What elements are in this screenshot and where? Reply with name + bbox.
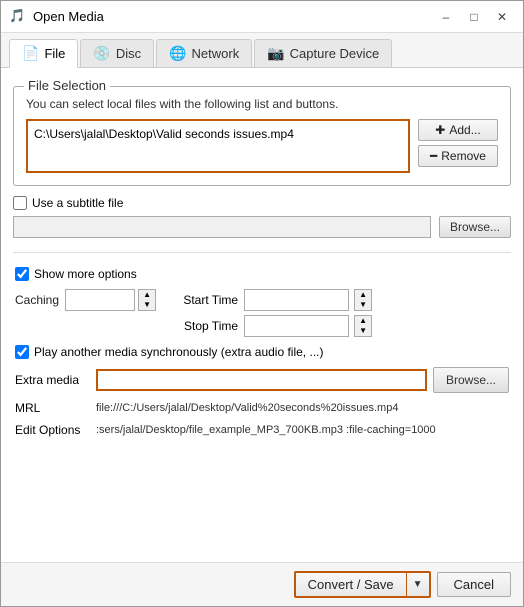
start-time-down-button[interactable]: ▼ <box>355 300 371 310</box>
footer: Convert / Save ▼ Cancel <box>1 562 523 606</box>
tab-disc-label: Disc <box>116 46 141 61</box>
stop-time-row: Stop Time 00H:00m:00s.000 ▲ ▼ <box>168 315 372 337</box>
tab-network[interactable]: 🌐 Network <box>156 39 252 67</box>
file-list-empty <box>34 143 402 161</box>
mrl-label: MRL <box>15 401 90 415</box>
tab-capture-label: Capture Device <box>290 46 380 61</box>
extra-media-field[interactable]: :/Users/jalal/Desktop/file_example_MP3_7… <box>96 369 427 391</box>
edit-options-row: Edit Options :sers/jalal/Desktop/file_ex… <box>15 423 509 437</box>
stop-time-spinner: ▲ ▼ <box>354 315 372 337</box>
remove-button[interactable]: ━ Remove <box>418 145 498 167</box>
subtitle-checkbox-label[interactable]: Use a subtitle file <box>13 196 511 210</box>
stop-time-down-button[interactable]: ▼ <box>355 326 371 336</box>
time-section: Start Time 00H:00m:00s.000 ▲ ▼ Stop Time… <box>168 289 372 337</box>
sync-checkbox[interactable] <box>15 345 29 359</box>
show-more-label: Show more options <box>34 267 137 281</box>
cancel-button[interactable]: Cancel <box>437 572 511 597</box>
start-time-spinner: ▲ ▼ <box>354 289 372 311</box>
file-list-box[interactable]: C:\Users\jalal\Desktop\Valid seconds iss… <box>26 119 410 173</box>
caching-input[interactable]: 1000 ms <box>65 289 135 311</box>
caching-down-button[interactable]: ▼ <box>139 300 155 310</box>
open-media-window: 🎵 Open Media – □ ✕ 📄 File 💿 Disc 🌐 Netwo… <box>0 0 524 607</box>
disc-tab-icon: 💿 <box>93 45 110 62</box>
file-selection-group: File Selection You can select local file… <box>13 86 511 186</box>
add-label: Add... <box>449 123 480 137</box>
convert-save-arrow-button[interactable]: ▼ <box>406 573 429 596</box>
add-icon: ✚ <box>435 123 445 137</box>
options-section: Show more options Caching 1000 ms ▲ ▼ <box>13 267 511 437</box>
file-selection-desc: You can select local files with the foll… <box>26 97 498 111</box>
title-bar: 🎵 Open Media – □ ✕ <box>1 1 523 33</box>
tab-capture[interactable]: 📷 Capture Device <box>254 39 392 67</box>
file-tab-icon: 📄 <box>22 45 39 62</box>
caching-spinner: ▲ ▼ <box>138 289 156 311</box>
edit-options-label: Edit Options <box>15 423 90 437</box>
vlc-icon: 🎵 <box>9 8 27 26</box>
extra-media-label: Extra media <box>15 373 90 387</box>
remove-label: Remove <box>441 149 486 163</box>
start-time-label: Start Time <box>168 293 238 307</box>
subtitle-label-text: Use a subtitle file <box>32 196 123 210</box>
caching-section: Caching 1000 ms ▲ ▼ <box>15 289 156 311</box>
sync-label: Play another media synchronously (extra … <box>34 345 323 359</box>
mrl-row: MRL file:///C:/Users/jalal/Desktop/Valid… <box>15 401 509 415</box>
divider-1 <box>13 252 511 253</box>
mrl-value: file:///C:/Users/jalal/Desktop/Valid%20s… <box>96 402 509 414</box>
file-selection-label: File Selection <box>24 78 110 93</box>
main-content: File Selection You can select local file… <box>1 68 523 562</box>
minimize-button[interactable]: – <box>433 6 459 28</box>
file-list-item: C:\Users\jalal\Desktop\Valid seconds iss… <box>34 125 402 143</box>
tab-file[interactable]: 📄 File <box>9 39 78 68</box>
caching-up-button[interactable]: ▲ <box>139 290 155 300</box>
subtitle-browse-button[interactable]: Browse... <box>439 216 511 238</box>
stop-time-label: Stop Time <box>168 319 238 333</box>
caching-label: Caching <box>15 293 59 307</box>
tab-network-label: Network <box>192 46 240 61</box>
capture-tab-icon: 📷 <box>267 45 284 62</box>
tab-disc[interactable]: 💿 Disc <box>80 39 154 67</box>
sync-row: Play another media synchronously (extra … <box>15 345 509 359</box>
stop-time-up-button[interactable]: ▲ <box>355 316 371 326</box>
edit-options-value: :sers/jalal/Desktop/file_example_MP3_700… <box>96 424 509 436</box>
extra-media-row: Extra media :/Users/jalal/Desktop/file_e… <box>15 367 509 393</box>
close-button[interactable]: ✕ <box>489 6 515 28</box>
convert-save-group: Convert / Save ▼ <box>294 571 431 598</box>
show-more-checkbox[interactable] <box>15 267 29 281</box>
window-controls: – □ ✕ <box>433 6 515 28</box>
subtitle-checkbox[interactable] <box>13 196 27 210</box>
file-side-buttons: ✚ Add... ━ Remove <box>418 119 498 167</box>
subtitle-section: Use a subtitle file Browse... <box>13 196 511 238</box>
tab-file-label: File <box>44 46 65 61</box>
window-title: Open Media <box>33 9 433 24</box>
stop-time-input[interactable]: 00H:00m:00s.000 <box>244 315 349 337</box>
start-time-up-button[interactable]: ▲ <box>355 290 371 300</box>
caching-time-row: Caching 1000 ms ▲ ▼ Start Time 00H:00m:0… <box>15 289 509 337</box>
show-more-row: Show more options <box>15 267 509 281</box>
add-button[interactable]: ✚ Add... <box>418 119 498 141</box>
convert-save-button[interactable]: Convert / Save <box>296 573 406 596</box>
maximize-button[interactable]: □ <box>461 6 487 28</box>
subtitle-field[interactable] <box>13 216 431 238</box>
remove-icon: ━ <box>430 149 437 163</box>
start-time-input[interactable]: 00H:00m:00s.000 <box>244 289 349 311</box>
caching-input-row: 1000 ms ▲ ▼ <box>65 289 156 311</box>
network-tab-icon: 🌐 <box>169 45 186 62</box>
extra-media-browse-button[interactable]: Browse... <box>433 367 509 393</box>
file-list-area: C:\Users\jalal\Desktop\Valid seconds iss… <box>26 119 498 173</box>
start-time-row: Start Time 00H:00m:00s.000 ▲ ▼ <box>168 289 372 311</box>
tab-bar: 📄 File 💿 Disc 🌐 Network 📷 Capture Device <box>1 33 523 68</box>
